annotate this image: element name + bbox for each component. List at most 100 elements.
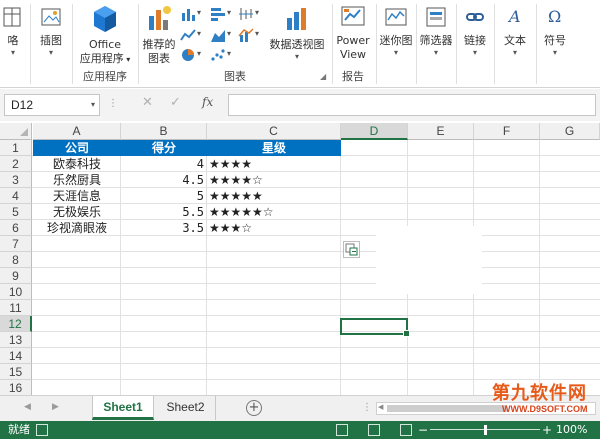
row-header-11[interactable]: 11	[0, 300, 32, 316]
cell-stars[interactable]: ★★★★	[207, 156, 341, 172]
column-chart-button[interactable]	[180, 6, 196, 22]
column-header-d[interactable]: D	[341, 123, 408, 140]
cell-company[interactable]: 珍视滴眼液	[33, 220, 121, 236]
page-layout-view-icon[interactable]	[368, 424, 380, 436]
dialog-launcher-icon[interactable]: ◢	[320, 72, 326, 81]
row-header-16[interactable]: 16	[0, 380, 32, 395]
header-cell-rating[interactable]: 星级	[207, 140, 341, 156]
cell-score[interactable]: 5	[121, 188, 207, 204]
scatter-chart-button[interactable]	[210, 47, 226, 63]
partial-left-button[interactable]: 咯 ▾	[0, 4, 26, 58]
quick-analysis-button[interactable]	[343, 241, 360, 258]
omega-icon: Ω	[548, 7, 561, 26]
macro-record-icon[interactable]	[36, 424, 48, 436]
svg-text:A: A	[507, 7, 521, 26]
prev-sheet-icon[interactable]: ◀	[24, 402, 31, 412]
cell-stars[interactable]: ★★★☆	[207, 220, 341, 236]
recommended-charts-icon	[149, 6, 171, 30]
row-header-9[interactable]: 9	[0, 268, 32, 284]
cell-stars[interactable]: ★★★★☆	[207, 172, 341, 188]
tab-splitter-icon[interactable]: ⋮	[362, 402, 372, 413]
row-header-6[interactable]: 6	[0, 220, 32, 236]
chevron-down-icon: ▾	[552, 48, 557, 57]
cell-company[interactable]: 无极娱乐	[33, 204, 121, 220]
select-all-corner[interactable]	[0, 123, 32, 140]
text-button[interactable]: A 文本 ▾	[498, 4, 532, 58]
cell-company[interactable]: 天涯信息	[33, 188, 121, 204]
insert-function-button[interactable]: fx	[202, 95, 213, 109]
cell-score[interactable]: 4	[121, 156, 207, 172]
cancel-icon[interactable]: ✕	[142, 95, 153, 110]
chevron-down-icon: ▾	[393, 48, 398, 57]
filters-button[interactable]: 筛选器 ▾	[418, 4, 454, 58]
cell-company[interactable]: 乐然厨具	[33, 172, 121, 188]
row-header-1[interactable]: 1	[0, 140, 32, 156]
column-header-a[interactable]: A	[33, 123, 121, 140]
zoom-slider-thumb[interactable]	[484, 425, 487, 435]
header-cell-score[interactable]: 得分	[121, 140, 207, 156]
row-header-13[interactable]: 13	[0, 332, 32, 348]
row-header-10[interactable]: 10	[0, 284, 32, 300]
row-header-14[interactable]: 14	[0, 348, 32, 364]
cell-stars[interactable]: ★★★★★	[207, 188, 341, 204]
stock-chart-button[interactable]	[238, 6, 254, 22]
zoom-out-button[interactable]: −	[418, 421, 428, 439]
column-header-c[interactable]: C	[207, 123, 341, 140]
header-cell-company[interactable]: 公司	[33, 140, 121, 156]
sparklines-button[interactable]: 迷你图 ▾	[378, 4, 414, 58]
chevron-down-icon: ▾	[294, 52, 299, 61]
symbol-button[interactable]: Ω 符号 ▾	[538, 4, 572, 58]
row-header-8[interactable]: 8	[0, 252, 32, 268]
line-chart-button[interactable]	[180, 27, 196, 43]
zoom-in-button[interactable]: +	[542, 421, 552, 439]
chevron-down-icon: ▾	[227, 29, 232, 38]
cell-score[interactable]: 4.5	[121, 172, 207, 188]
cell-score[interactable]: 3.5	[121, 220, 207, 236]
row-header-3[interactable]: 3	[0, 172, 32, 188]
row-header-12[interactable]: 12	[0, 316, 32, 332]
link-button[interactable]: 链接 ▾	[460, 4, 490, 58]
sheet-tab-2[interactable]: Sheet2	[156, 396, 216, 420]
combo-chart-button[interactable]	[238, 27, 254, 43]
power-view-button[interactable]: Power View	[334, 4, 372, 62]
zoom-level[interactable]: 100%	[556, 421, 587, 439]
bar-chart-button[interactable]	[210, 6, 226, 22]
column-header-e[interactable]: E	[408, 123, 474, 140]
row-header-7[interactable]: 7	[0, 236, 32, 252]
column-header-g[interactable]: G	[540, 123, 600, 140]
sheet-tab-1[interactable]: Sheet1	[92, 396, 154, 420]
row-header-5[interactable]: 5	[0, 204, 32, 220]
worksheet-grid[interactable]: ABCDEFG 1 2 3 4 5 6 7 8 9 10 11 12 13 14 15 16 公司 得分 星级…	[0, 123, 600, 395]
row-header-4[interactable]: 4	[0, 188, 32, 204]
active-cell-selection[interactable]	[340, 318, 410, 337]
recommended-charts-label-1: 推荐的	[142, 38, 176, 51]
illustrations-button[interactable]: 插图 ▾	[36, 4, 66, 58]
pie-chart-button[interactable]	[180, 47, 196, 63]
scroll-thumb[interactable]	[387, 405, 507, 412]
sparklines-label: 迷你图	[379, 34, 413, 47]
office-apps-button[interactable]: Office 应用程序 ▾	[76, 4, 134, 67]
enter-icon[interactable]: ✓	[170, 95, 181, 110]
chevron-down-icon[interactable]: ▾	[91, 95, 95, 115]
cell-score[interactable]: 5.5	[121, 204, 207, 220]
scroll-left-icon[interactable]: ◀	[378, 403, 383, 411]
page-break-view-icon[interactable]	[400, 424, 412, 436]
column-header-b[interactable]: B	[121, 123, 207, 140]
row-header-2[interactable]: 2	[0, 156, 32, 172]
add-sheet-button[interactable]: +	[246, 400, 262, 416]
area-chart-button[interactable]	[210, 27, 226, 43]
slicer-icon	[426, 7, 446, 27]
next-sheet-icon[interactable]: ▶	[52, 402, 59, 412]
pivotchart-button[interactable]: 数据透视图 ▾	[266, 4, 328, 62]
resize-handle-icon[interactable]: ⋮	[108, 98, 118, 109]
formula-input[interactable]	[228, 94, 596, 116]
cell-stars[interactable]: ★★★★★☆	[207, 204, 341, 220]
link-label: 链接	[464, 34, 486, 47]
cell-company[interactable]: 欧泰科技	[33, 156, 121, 172]
row-header-15[interactable]: 15	[0, 364, 32, 380]
gridline	[32, 315, 600, 316]
normal-view-icon[interactable]	[336, 424, 348, 436]
column-header-f[interactable]: F	[474, 123, 540, 140]
recommended-charts-button[interactable]: 推荐的 图表	[140, 4, 178, 66]
name-box[interactable]: D12 ▾	[4, 94, 100, 116]
